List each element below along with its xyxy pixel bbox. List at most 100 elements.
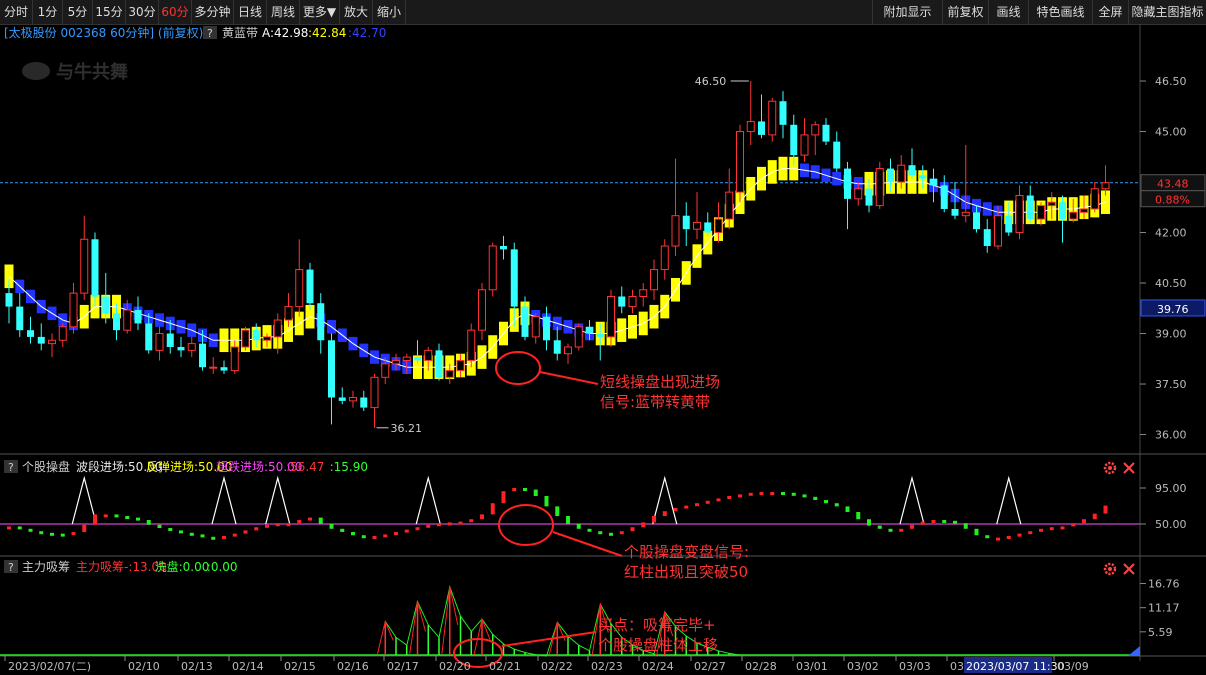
- osc-bar: [232, 533, 237, 537]
- osc-bar: [684, 505, 689, 509]
- buy-annotation-line1: 买点：吸筹完毕+: [598, 616, 716, 634]
- osc-bar: [469, 519, 474, 523]
- osc-bar: [329, 524, 334, 529]
- candle-body: [919, 175, 927, 179]
- entry-triangle: [899, 475, 925, 525]
- candle-body: [263, 336, 271, 341]
- toolbar-button-3[interactable]: 15分: [93, 0, 126, 24]
- osc-bar: [60, 533, 65, 537]
- top-toolbar: 分时 1分 5分 15分 30分 60分 多分钟 日线 周线 更多▼ 放大 缩小 隐藏主图指标 全屏 特色画…: [0, 0, 1206, 25]
- toolbar-right-button-1[interactable]: 前复权: [942, 0, 989, 24]
- osc-bar: [727, 496, 732, 499]
- osc-bar: [877, 525, 882, 529]
- candle-body: [241, 329, 250, 348]
- panel3-settings-icon[interactable]: [1103, 562, 1117, 576]
- candle-body: [435, 350, 443, 378]
- toolbar-button-1[interactable]: 1分: [33, 0, 63, 24]
- osc-bar: [716, 498, 721, 502]
- osc-bar: [308, 517, 312, 521]
- osc-bar: [813, 496, 818, 500]
- osc-bar: [1028, 531, 1033, 535]
- panel3-help-label: ?: [8, 561, 14, 574]
- candle-body: [69, 292, 78, 328]
- toolbar-right-button-4[interactable]: 全屏: [1092, 0, 1129, 24]
- time-tick-label: 03/03: [899, 660, 931, 673]
- osc-bar: [146, 520, 151, 525]
- time-tick-label: 02/22: [541, 660, 573, 673]
- time-tick-label: 2023/02/07(二): [8, 660, 91, 673]
- toolbar-button-7[interactable]: 日线: [234, 0, 267, 24]
- osc-bar: [447, 522, 452, 526]
- candle-body: [209, 366, 218, 369]
- toolbar-button-5[interactable]: 60分: [159, 0, 192, 24]
- osc-bar: [1092, 513, 1097, 520]
- time-tick-label: 03/09: [1057, 660, 1089, 673]
- osc-bar: [867, 519, 871, 526]
- osc-bar: [17, 526, 22, 530]
- candle-body: [574, 326, 583, 348]
- panel2-title: 个股操盘: [22, 459, 70, 474]
- acc-tick-label: 16.76: [1148, 578, 1180, 591]
- osc-bar: [1017, 533, 1022, 537]
- candle-body: [1069, 211, 1078, 220]
- entry-triangle: [211, 475, 237, 525]
- osc-bar: [759, 492, 764, 495]
- stock-title: [太极股份 002368 60分钟] (前复权): [4, 25, 203, 40]
- osc-bar: [437, 523, 441, 527]
- time-tick-label: 02/24: [642, 660, 674, 673]
- candle-body: [746, 120, 755, 133]
- toolbar-button-10[interactable]: 放大: [340, 0, 373, 24]
- candle-body: [940, 185, 948, 209]
- osc-bar: [125, 516, 130, 519]
- candle-body: [779, 101, 787, 125]
- osc-bar: [931, 520, 936, 523]
- indicator-a-value: A:42.98: [262, 26, 308, 40]
- low-price-label: 36.21: [391, 422, 423, 435]
- toolbar-right-button-0[interactable]: 附加显示: [872, 0, 943, 24]
- toolbar-button-9[interactable]: 更多▼: [300, 0, 340, 24]
- osc-bar: [157, 524, 162, 528]
- toolbar-button-11[interactable]: 缩小: [373, 0, 406, 24]
- candle-body: [800, 134, 809, 156]
- osc-bar: [523, 488, 527, 491]
- toolbar-button-8[interactable]: 周线: [267, 0, 300, 24]
- candle-body: [306, 269, 314, 304]
- osc-bar: [404, 529, 409, 533]
- osc-bar: [286, 523, 291, 527]
- toolbar-right-button-2[interactable]: 画线: [988, 0, 1029, 24]
- toolbar-button-4[interactable]: 30分: [126, 0, 159, 24]
- panel3-close-icon[interactable]: [1123, 563, 1135, 575]
- entry-signal-arrow: [539, 371, 599, 385]
- osc-bar: [243, 530, 248, 534]
- panel2-close-icon[interactable]: [1123, 462, 1135, 474]
- toolbar-right-button-3[interactable]: 特色画线: [1028, 0, 1093, 24]
- osc-bar: [275, 523, 280, 527]
- toolbar-button-2[interactable]: 5分: [63, 0, 93, 24]
- toolbar-button-6[interactable]: 多分钟: [192, 0, 234, 24]
- osc-bar: [383, 534, 388, 538]
- candle-body: [91, 239, 99, 297]
- oscillator-chart: [0, 475, 1140, 541]
- candle-body: [639, 289, 648, 297]
- candle-body: [586, 326, 593, 334]
- candle-body: [284, 306, 293, 321]
- price-tick-label: 37.50: [1155, 378, 1187, 391]
- candle-body: [252, 330, 260, 341]
- osc-bar: [501, 491, 506, 504]
- panel2-settings-icon[interactable]: [1103, 461, 1117, 475]
- candle-body: [564, 346, 572, 355]
- time-tick-label: 02/17: [387, 660, 419, 673]
- toolbar-button-0[interactable]: 分时: [0, 0, 33, 24]
- candle-body: [618, 296, 626, 307]
- osc-bar: [340, 528, 345, 532]
- osc-bar: [695, 503, 699, 507]
- osc-bar: [770, 492, 775, 495]
- time-tick-label: 02/15: [284, 660, 316, 673]
- price-tick-label: 42.00: [1155, 227, 1187, 240]
- candle-body: [844, 168, 851, 199]
- osc-bar: [910, 524, 914, 529]
- price-tick-label: 36.00: [1155, 429, 1187, 442]
- osc-bar: [834, 503, 839, 507]
- osc-bar: [738, 494, 742, 498]
- toolbar-right-button-5[interactable]: 隐藏主图指标: [1128, 0, 1206, 24]
